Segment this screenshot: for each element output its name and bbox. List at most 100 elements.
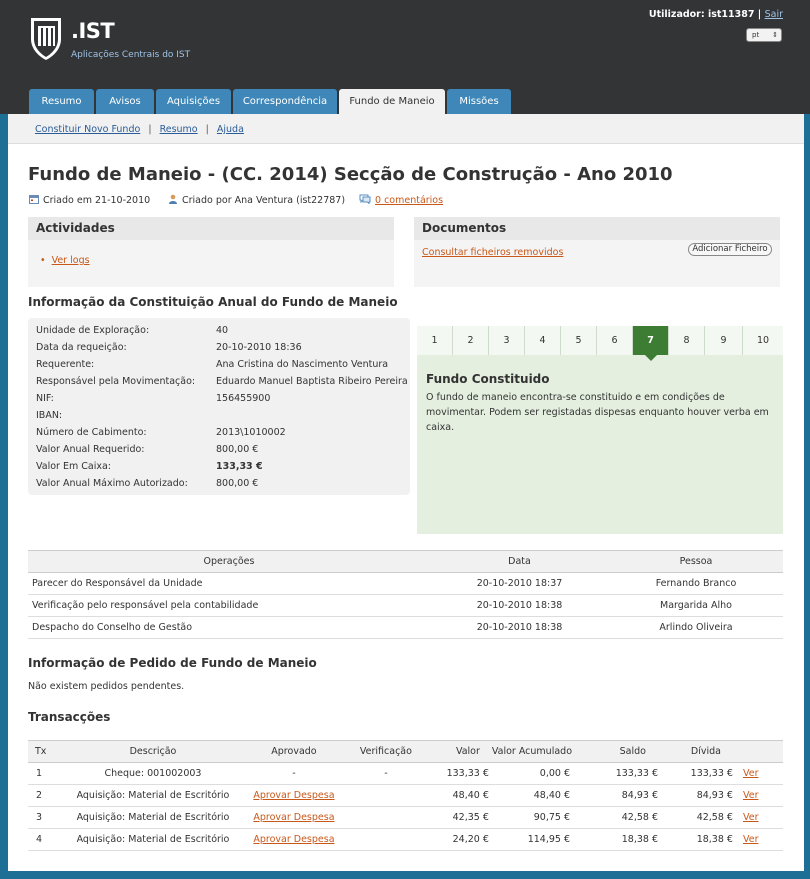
process-steps: 1 2 3 4 5 6 7 8 9 10 Fundo Constituido O… xyxy=(417,326,783,534)
sub-navigation: Constituir Novo Fundo | Resumo | Ajuda xyxy=(8,114,804,144)
field-value: Ana Cristina do Nascimento Ventura xyxy=(216,359,389,370)
table-row: Verificação pelo responsável pela contab… xyxy=(28,594,783,617)
field-label: IBAN: xyxy=(36,410,63,421)
value-cell: 24,20 € xyxy=(431,828,492,851)
requests-empty-message: Não existem pedidos pendentes. xyxy=(28,681,185,692)
value-cell: 42,35 € xyxy=(431,806,492,829)
tx-cell: 2 xyxy=(28,784,58,807)
field-value: 156455900 xyxy=(216,393,271,404)
app-header: .IST Aplicações Centrais do IST Utilizad… xyxy=(0,0,810,114)
approved-cell: - xyxy=(247,762,340,785)
tx-cell: 1 xyxy=(28,762,58,785)
operations-table: Operações Data Pessoa Parecer do Respons… xyxy=(28,550,783,639)
date-cell: 20-10-2010 18:37 xyxy=(430,572,609,595)
constitution-title: Informação da Constituição Anual do Fund… xyxy=(28,295,398,309)
tab-avisos[interactable]: Avisos xyxy=(96,89,154,114)
requests-title: Informação de Pedido de Fundo de Maneio xyxy=(28,656,317,670)
description-cell: Cheque: 001002003 xyxy=(57,762,248,785)
field-value: 40 xyxy=(216,325,229,336)
column-header: Aprovado xyxy=(247,740,340,763)
view-link[interactable]: Ver xyxy=(743,812,759,823)
accumulated-cell: 48,40 € xyxy=(491,784,593,807)
debt-cell: 42,58 € xyxy=(662,806,737,829)
field-label: Responsável pela Movimentação: xyxy=(36,376,196,387)
field-label: Valor Em Caixa: xyxy=(36,461,111,472)
field-value: 2013\1010002 xyxy=(216,427,286,438)
user-icon xyxy=(169,194,177,204)
step: 10 xyxy=(743,326,783,355)
tab-resumo[interactable]: Resumo xyxy=(29,89,94,114)
comments: 0 comentários xyxy=(359,194,443,206)
field-value: 133,33 € xyxy=(216,461,263,472)
approve-expense-link[interactable]: Aprovar Despesa xyxy=(253,812,334,823)
accumulated-cell: 90,75 € xyxy=(491,806,593,829)
table-row: 1 Cheque: 001002003 - - 133,33 € 0,00 € … xyxy=(28,762,783,785)
balance-cell: 133,33 € xyxy=(592,762,662,785)
active-step-arrow-icon xyxy=(645,355,657,361)
view-link[interactable]: Ver xyxy=(743,834,759,845)
comments-link[interactable]: 0 comentários xyxy=(375,195,443,206)
step-title: Fundo Constituido xyxy=(426,372,550,386)
accumulated-cell: 0,00 € xyxy=(491,762,593,785)
view-link[interactable]: Ver xyxy=(743,790,759,801)
verification-cell xyxy=(339,828,432,851)
constituir-novo-fundo-link[interactable]: Constituir Novo Fundo xyxy=(35,124,140,135)
ist-logo-icon xyxy=(31,18,61,60)
logout-link[interactable]: Sair xyxy=(765,9,783,20)
ajuda-link[interactable]: Ajuda xyxy=(217,124,244,135)
date-cell: 20-10-2010 18:38 xyxy=(430,616,609,639)
created-by-text: Criado por Ana Ventura (ist22787) xyxy=(182,195,346,206)
step: 4 xyxy=(525,326,561,355)
column-header: Verificação xyxy=(339,740,432,763)
field-label: Número de Cabimento: xyxy=(36,427,147,438)
step: 6 xyxy=(597,326,633,355)
tx-cell: 3 xyxy=(28,806,58,829)
bullet-icon: • xyxy=(40,255,46,266)
documents-title: Documentos xyxy=(414,217,780,240)
person-cell: Fernando Branco xyxy=(609,572,783,595)
field-label: Valor Anual Máximo Autorizado: xyxy=(36,478,188,489)
step-active: 7 xyxy=(633,326,669,355)
activities-title: Actividades xyxy=(28,217,394,240)
removed-files-link[interactable]: Consultar ficheiros removidos xyxy=(422,247,563,258)
person-cell: Margarida Alho xyxy=(609,594,783,617)
page-title: Fundo de Maneio - (CC. 2014) Secção de C… xyxy=(28,164,673,185)
column-header-empty xyxy=(736,740,783,763)
tab-missoes[interactable]: Missões xyxy=(447,89,511,114)
date-cell: 20-10-2010 18:38 xyxy=(430,594,609,617)
field-label: Requerente: xyxy=(36,359,95,370)
subnav-separator: | xyxy=(205,124,209,135)
ver-logs-link[interactable]: Ver logs xyxy=(52,255,90,266)
created-date-text: Criado em 21-10-2010 xyxy=(43,195,151,206)
user-separator: | xyxy=(757,9,762,20)
tab-fundo-de-maneio[interactable]: Fundo de Maneio xyxy=(339,89,445,114)
resumo-link[interactable]: Resumo xyxy=(160,124,198,135)
debt-cell: 133,33 € xyxy=(662,762,737,785)
constitution-info: Unidade de Exploração: 40 Data da requei… xyxy=(28,318,410,495)
step: 9 xyxy=(705,326,743,355)
approve-expense-link[interactable]: Aprovar Despesa xyxy=(253,834,334,845)
balance-cell: 42,58 € xyxy=(592,806,662,829)
field-value: 800,00 € xyxy=(216,444,259,455)
created-date: Criado em 21-10-2010 xyxy=(29,194,150,206)
field-label: NIF: xyxy=(36,393,54,404)
transactions-title: Transacções xyxy=(28,710,111,724)
person-cell: Arlindo Oliveira xyxy=(609,616,783,639)
view-link[interactable]: Ver xyxy=(743,768,759,779)
balance-cell: 84,93 € xyxy=(592,784,662,807)
column-header: Valor xyxy=(431,740,492,763)
main-content: Fundo de Maneio - (CC. 2014) Secção de C… xyxy=(8,144,804,871)
language-value: pt xyxy=(752,31,760,39)
subnav-separator: | xyxy=(148,124,152,135)
column-header: Pessoa xyxy=(609,550,783,573)
field-label: Data da requeição: xyxy=(36,342,127,353)
approve-expense-link[interactable]: Aprovar Despesa xyxy=(253,790,334,801)
add-file-button[interactable]: Adicionar Ficheiro xyxy=(688,243,772,256)
tab-correspondencia[interactable]: Correspondência xyxy=(233,89,337,114)
calendar-icon xyxy=(29,195,39,204)
activities-list-item: • Ver logs xyxy=(40,255,90,266)
tab-aquisicoes[interactable]: Aquisições xyxy=(156,89,231,114)
step: 8 xyxy=(669,326,705,355)
language-select[interactable]: pt ⇕ xyxy=(746,28,782,42)
step: 5 xyxy=(561,326,597,355)
